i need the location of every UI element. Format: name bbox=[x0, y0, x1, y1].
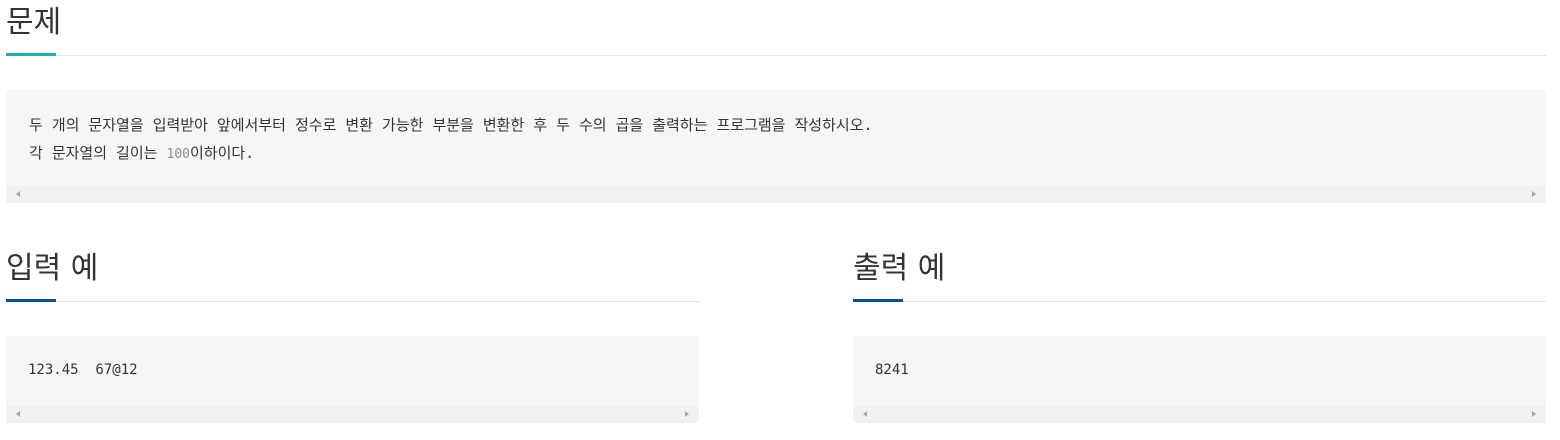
output-example-accent-bar bbox=[853, 299, 903, 302]
input-example-title: 입력 예 bbox=[6, 251, 99, 286]
output-example-section: 출력 예 8241 bbox=[853, 246, 1546, 426]
problem-accent-bar bbox=[6, 53, 56, 56]
output-example-divider bbox=[853, 301, 1546, 302]
scroll-right-arrow-icon[interactable] bbox=[685, 411, 689, 417]
length-limit-number: 100 bbox=[166, 147, 190, 162]
input-example-content: 123.45 67@12 bbox=[28, 362, 138, 378]
input-example-divider bbox=[6, 301, 699, 302]
problem-line-2-suffix: 이하이다. bbox=[189, 144, 255, 162]
scroll-left-arrow-icon[interactable] bbox=[16, 411, 20, 417]
output-example-box: 8241 bbox=[853, 336, 1546, 423]
output-example-title: 출력 예 bbox=[853, 251, 946, 286]
scroll-right-arrow-icon[interactable] bbox=[1532, 411, 1536, 417]
problem-line-1: 두 개의 문자열을 입력받아 앞에서부터 정수로 변환 가능한 부분을 변환한 … bbox=[29, 116, 873, 134]
input-example-scrollbar[interactable] bbox=[6, 406, 699, 423]
problem-line-2-text: 각 문자열의 길이는 bbox=[29, 144, 167, 162]
problem-section: 문제 두 개의 문자열을 입력받아 앞에서부터 정수로 변환 가능한 부분을 변… bbox=[6, 0, 1546, 205]
input-example-box: 123.45 67@12 bbox=[6, 336, 699, 423]
problem-title: 문제 bbox=[6, 5, 62, 40]
problem-description-box: 두 개의 문자열을 입력받아 앞에서부터 정수로 변환 가능한 부분을 변환한 … bbox=[6, 90, 1546, 203]
scroll-left-arrow-icon[interactable] bbox=[863, 411, 867, 417]
output-example-scrollbar[interactable] bbox=[853, 406, 1546, 423]
output-example-content: 8241 bbox=[875, 362, 909, 378]
scroll-left-arrow-icon[interactable] bbox=[16, 191, 20, 197]
problem-line-2: 각 문자열의 길이는 100이하이다. bbox=[29, 142, 254, 163]
input-example-section: 입력 예 123.45 67@12 bbox=[6, 246, 699, 426]
problem-horizontal-scrollbar[interactable] bbox=[6, 186, 1546, 203]
scroll-right-arrow-icon[interactable] bbox=[1532, 191, 1536, 197]
input-example-accent-bar bbox=[6, 299, 56, 302]
problem-divider bbox=[6, 55, 1546, 56]
